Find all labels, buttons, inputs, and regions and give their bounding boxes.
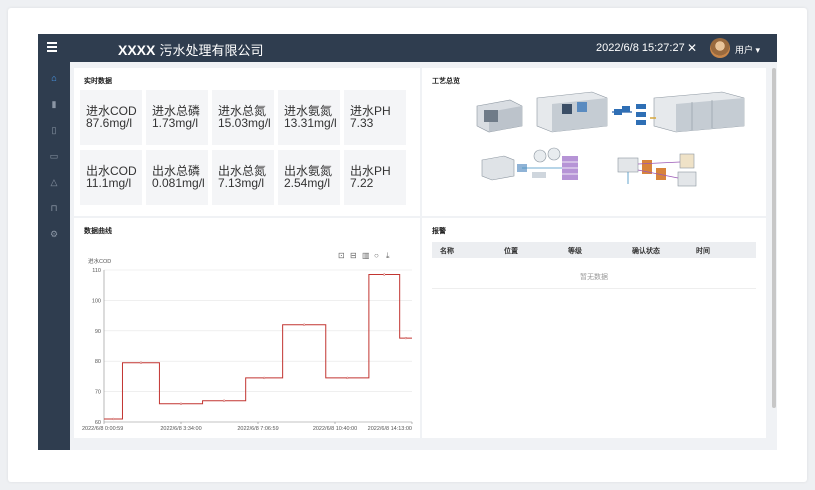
user-menu[interactable]: 用户 ▾	[735, 43, 760, 56]
curve-panel: 数据曲线 ⊡ ⊟ ▥ ○ ⤓ 进水COD 60 70 80 90 100 110 2022…	[74, 218, 420, 438]
bar-toggle-icon[interactable]: ▥	[362, 251, 370, 260]
data-point	[346, 376, 349, 380]
process-building-1	[536, 91, 608, 133]
y-tick-label: 110	[92, 268, 101, 274]
metric-card: 进水COD 87.6mg/l	[80, 90, 142, 145]
menu-icon[interactable]	[47, 42, 57, 54]
col-location: 位置	[504, 248, 518, 255]
metric-value: 2.54mg/l	[284, 176, 331, 190]
col-level: 等级	[568, 248, 582, 255]
y-axis-label: 进水COD	[88, 257, 111, 265]
data-point	[179, 402, 183, 405]
metric-card: 出水氨氮 2.54mg/l	[278, 150, 340, 205]
fullscreen-icon[interactable]: ✕	[687, 41, 697, 55]
col-name: 名称	[440, 248, 454, 255]
metric-value: 0.081mg/l	[152, 176, 205, 190]
x-tick-label: 2022/6/8 3:34:00	[160, 426, 201, 432]
x-tick-label: 2022/6/8 10:40:00	[313, 426, 357, 432]
download-icon[interactable]: ⤓	[386, 251, 390, 260]
bar-chart-icon[interactable]: ▮	[38, 92, 70, 116]
y-tick-label: 70	[95, 390, 101, 396]
data-point	[222, 399, 226, 402]
alarm-panel: 报警 名称 位置 等级 确认状态 时间 暂无数据	[422, 218, 766, 438]
metric-card: 进水PH 7.33	[344, 90, 406, 145]
home-icon[interactable]: ⌂	[38, 66, 70, 90]
data-point	[112, 417, 115, 421]
y-tick-label: 90	[95, 329, 101, 335]
metric-value: 87.6mg/l	[86, 116, 133, 130]
y-tick-label: 80	[95, 359, 101, 365]
table-divider	[432, 288, 756, 289]
metric-card: 进水总氮 15.03mg/l	[212, 90, 274, 145]
metric-value: 15.03mg/l	[218, 116, 271, 130]
col-confirm-status: 确认状态	[632, 248, 660, 255]
realtime-title: 实时数据	[84, 77, 112, 85]
metric-value: 13.31mg/l	[284, 116, 337, 130]
metric-card: 出水总磷 0.081mg/l	[146, 150, 208, 205]
process-unit-3	[617, 153, 697, 187]
line-chart: ⊡ ⊟ ▥ ○ ⤓ 进水COD 60708090100110 2022/6/8 …	[82, 251, 413, 432]
metric-card: 进水总磷 1.73mg/l	[146, 90, 208, 145]
chart-toolbox: ⊡ ⊟ ▥ ○ ⤓	[338, 251, 390, 260]
sidebar: ⌂ ▮ ▯ ▭ △ ⊓ ⚙	[38, 62, 70, 450]
data-point	[263, 376, 266, 380]
alarm-empty-text: 暂无数据	[580, 274, 608, 281]
alarm-table-header: 名称 位置 等级 确认状态 时间	[432, 242, 756, 258]
scrollbar[interactable]	[772, 68, 776, 408]
metric-card: 进水氨氮 13.31mg/l	[278, 90, 340, 145]
zoom-reset-icon[interactable]: ⊟	[350, 251, 357, 260]
x-tick-label: 2022/6/8 7:06:59	[237, 426, 278, 432]
y-tick-label: 100	[92, 298, 101, 304]
metric-value: 7.33	[350, 116, 374, 130]
restore-icon[interactable]: ○	[374, 251, 379, 260]
metric-value: 7.22	[350, 176, 374, 190]
x-tick-label: 2022/6/8 14:13:00	[368, 426, 412, 432]
metric-card: 出水PH 7.22	[344, 150, 406, 205]
document-icon[interactable]: ▯	[38, 118, 70, 142]
process-tank-1	[476, 99, 523, 133]
bell-icon[interactable]: △	[38, 170, 70, 194]
company-title: XXXX 污水处理有限公司	[118, 40, 264, 59]
data-point	[303, 323, 306, 326]
data-point	[139, 361, 143, 364]
realtime-panel: 实时数据 进水COD 87.6mg/l 进水总磷 1.73mg/l 进水总氮 15.03m…	[74, 68, 420, 216]
alarm-title: 报警	[432, 227, 446, 235]
data-point	[404, 336, 407, 340]
process-unit-2	[481, 147, 578, 181]
x-tick-label: 2022/6/8 0:00:59	[82, 426, 123, 432]
process-panel: 工艺总览	[422, 68, 766, 216]
metric-card: 出水总氮 7.13mg/l	[212, 150, 274, 205]
top-bar: XXXX 污水处理有限公司 2022/6/8 15:27:27 ✕ 用户 ▾	[38, 34, 777, 62]
current-datetime: 2022/6/8 15:27:27	[596, 42, 685, 54]
series-line	[104, 274, 412, 420]
brand-name: XXXX	[118, 42, 156, 58]
metric-value: 7.13mg/l	[218, 176, 265, 190]
printer-icon[interactable]: ⊓	[38, 196, 70, 220]
avatar[interactable]	[710, 38, 730, 58]
brand-company: 污水处理有限公司	[155, 44, 264, 59]
zoom-icon[interactable]: ⊡	[338, 251, 345, 260]
process-building-2	[650, 91, 745, 133]
metric-value: 1.73mg/l	[152, 116, 199, 130]
col-time: 时间	[696, 248, 710, 255]
process-diagram	[476, 91, 745, 187]
gear-icon[interactable]: ⚙	[38, 222, 70, 246]
metric-value: 11.1mg/l	[86, 176, 132, 190]
data-point	[383, 273, 386, 276]
process-pipes-1	[612, 104, 646, 125]
app-window: XXXX 污水处理有限公司 2022/6/8 15:27:27 ✕ 用户 ▾ ⌂…	[38, 34, 777, 450]
monitor-icon[interactable]: ▭	[38, 144, 70, 168]
metric-card: 出水COD 11.1mg/l	[80, 150, 142, 205]
